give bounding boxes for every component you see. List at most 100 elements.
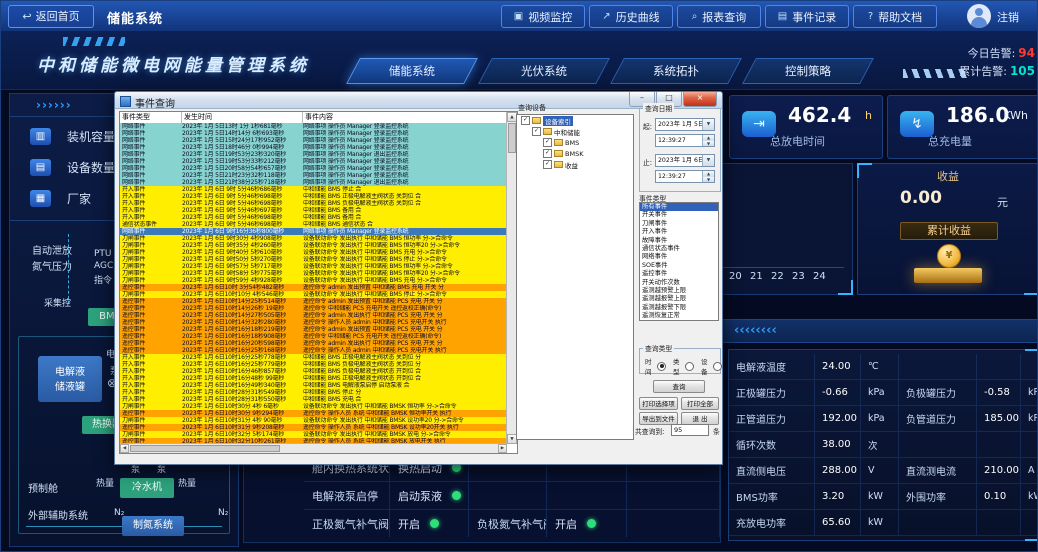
event-row[interactable]: 刀闸事件2023年 1月 6日 9时35分 4秒260毫秒设备联动命令 发出执行… <box>120 242 507 249</box>
spinner-icon[interactable]: ▲▼ <box>702 135 714 146</box>
event-row[interactable]: 刀闸事件2023年 1月 6日10时30分 4秒 6毫秒设备联动命令 发出执行 … <box>120 403 507 410</box>
event-row[interactable]: 开入事件2023年 1月 6日10时16分25秒778毫秒中和储能 BMS 正极… <box>120 354 507 361</box>
tree-item-BMS[interactable]: ✓BMS <box>517 137 633 148</box>
time-from-spinner[interactable]: 12:39:27 ▲▼ <box>655 134 715 147</box>
event-row[interactable]: 网络事件2023年 1月 5日13时 1分 1秒681毫秒网络事项 操作员 Ma… <box>120 123 507 130</box>
event-row[interactable]: 网络事件2023年 1月 5日15时24分17秒952毫秒网络事项 操作员 Ma… <box>120 137 507 144</box>
event-row[interactable]: 遥控事件2023年 1月 6日10时16分25秒168毫秒遥控命令 操作人员 a… <box>120 347 507 354</box>
tab-系统拓扑[interactable]: 系统拓扑 <box>617 58 735 84</box>
event-row[interactable]: 网络事件2023年 1月 5日14时14分 6秒693毫秒网络事项 操作员 Ma… <box>120 130 507 137</box>
dropdown-arrow-icon[interactable]: ▼ <box>702 155 714 166</box>
tab-储能系统[interactable]: 储能系统 <box>353 58 471 84</box>
event-row[interactable]: 开入事件2023年 1月 6日 9时 5分46秒686毫秒中和储能 BMS 停止… <box>120 186 507 193</box>
scroll-left-icon[interactable]: ◀ <box>120 444 129 453</box>
event-row[interactable]: 遥控事件2023年 1月 6日10时16分20秒598毫秒遥控命令 admin … <box>120 340 507 347</box>
checkbox-icon[interactable]: ✓ <box>543 149 552 158</box>
event-row[interactable]: 通信状态事件2023年 1月 6日 9时 5分46秒698毫秒中和储能 BMS … <box>120 221 507 228</box>
event-row[interactable]: 网络事件2023年 1月 5日19时53分33秒212毫秒网络事项 操作员 Ma… <box>120 158 507 165</box>
event-row[interactable]: 开入事件2023年 1月 6日 9时 5分46秒698毫秒中和储能 BMS 负极… <box>120 200 507 207</box>
radio-icon[interactable] <box>685 362 694 371</box>
event-type-option[interactable]: 遥测恢复正常 <box>640 312 718 320</box>
event-row[interactable]: 刀闸事件2023年 1月 6日10时31分 4秒 90毫秒设备联动命令 发出执行… <box>120 417 507 424</box>
tree-item-BMSK[interactable]: ✓BMSK <box>517 148 633 159</box>
event-row[interactable]: 开入事件2023年 1月 6日 9时 5分46秒697毫秒中和储能 BMS 备用… <box>120 207 507 214</box>
event-type-option[interactable]: 遥控事件 <box>640 270 718 278</box>
spinner-icon[interactable]: ▲▼ <box>702 171 714 182</box>
event-row[interactable]: 遥控事件2023年 1月 6日10时14分32秒280毫秒遥控命令 操作人员 a… <box>120 319 507 326</box>
topbar-button-help-doc[interactable]: ?帮助文档 <box>853 5 937 28</box>
event-type-option[interactable]: 故障事件 <box>640 237 718 245</box>
event-row[interactable]: 开入事件2023年 1月 6日10时16分49秒340毫秒中和储能 BMS 电解… <box>120 382 507 389</box>
event-row[interactable]: 刀闸事件2023年 1月 6日 9时57分 5秒717毫秒设备联动命令 发出执行… <box>120 263 507 270</box>
logout-button[interactable]: 注销 <box>997 9 1019 25</box>
event-row[interactable]: 遥控事件2023年 1月 6日10时 3分54秒482毫秒遥控命令 admin … <box>120 284 507 291</box>
event-row[interactable]: 遥控事件2023年 1月 6日10时31分 9秒208毫秒遥控命令 操作人员 系… <box>120 424 507 431</box>
back-home-button[interactable]: ↩返回首页 <box>8 5 94 28</box>
event-row[interactable]: 网络事件2023年 1月 6日 9时16分36秒800毫秒网络事项 操作员 Ma… <box>120 228 507 235</box>
event-row[interactable]: 遥控事件2023年 1月 6日10时16分18秒219毫秒遥控命令 admin … <box>120 326 507 333</box>
radio-icon[interactable] <box>657 362 666 371</box>
event-row[interactable]: 开入事件2023年 1月 6日 9时 5分46秒698毫秒中和储能 BMS 备用… <box>120 214 507 221</box>
event-row[interactable]: 刀闸事件2023年 1月 6日10时32分 5秒174毫秒设备联动命令 发出执行… <box>120 431 507 438</box>
vscroll-thumb[interactable] <box>508 123 516 153</box>
event-type-option[interactable]: 开关动作次数 <box>640 279 718 287</box>
event-row[interactable]: 遥控事件2023年 1月 6日10时16分18秒908毫秒遥控命令 中和储能 P… <box>120 333 507 340</box>
event-row[interactable]: 网络事件2023年 1月 5日21时23分32秒118毫秒网络事项 操作员 Ma… <box>120 172 507 179</box>
event-row[interactable]: 刀闸事件2023年 1月 6日 9时58分 5秒775毫秒设备联动命令 发出执行… <box>120 270 507 277</box>
query-button[interactable]: 查询 <box>653 380 705 393</box>
tree-item-收益[interactable]: ✓收益 <box>517 159 633 170</box>
checkbox-icon[interactable]: ✓ <box>543 160 552 169</box>
event-type-option[interactable]: 网络事件 <box>640 253 718 261</box>
topbar-button-history-curve[interactable]: ↗历史曲线 <box>589 5 673 28</box>
event-row[interactable]: 开入事件2023年 1月 6日10时16分25秒779毫秒中和储能 BMS 负极… <box>120 361 507 368</box>
col-event-content[interactable]: 事件内容 <box>303 112 507 123</box>
close-button[interactable]: × <box>683 92 717 107</box>
query-type-option-类型[interactable]: 类型 <box>673 356 694 376</box>
checkbox-icon[interactable]: ✓ <box>543 138 552 147</box>
scroll-right-icon[interactable]: ▶ <box>498 444 507 453</box>
event-row[interactable]: 网络事件2023年 1月 5日20时58分54秒657毫秒网络事项 操作员 Ma… <box>120 165 507 172</box>
dropdown-arrow-icon[interactable]: ▼ <box>702 119 714 130</box>
query-type-option-时间[interactable]: 时间 <box>645 356 666 376</box>
event-row[interactable]: 刀闸事件2023年 1月 6日 9时50分 5秒270毫秒设备联动命令 发出执行… <box>120 256 507 263</box>
event-row[interactable]: 网络事件2023年 1月 5日18时46分 0秒994毫秒网络事项 操作员 Ma… <box>120 144 507 151</box>
event-type-option[interactable]: 开关事件 <box>640 211 718 219</box>
event-row[interactable]: 开入事件2023年 1月 6日10时28分31秒549毫秒中和储能 BMS 停止… <box>120 389 507 396</box>
cumulative-income-button[interactable]: 累计收益 <box>900 222 998 240</box>
event-row[interactable]: 刀闸事件2023年 1月 6日10时10分 4秒546毫秒设备联动命令 发出执行… <box>120 291 507 298</box>
event-row[interactable]: 开入事件2023年 1月 6日10时28分31秒550毫秒中和储能 BMS 充电… <box>120 396 507 403</box>
time-to-spinner[interactable]: 12:39:27 ▲▼ <box>655 170 715 183</box>
event-type-option[interactable]: 遥测越报警上限 <box>640 295 718 303</box>
event-type-option[interactable]: 开入事件 <box>640 228 718 236</box>
tree-item-设备索引[interactable]: ✓设备索引 <box>517 115 633 126</box>
user-avatar[interactable] <box>967 4 991 28</box>
tab-光伏系统[interactable]: 光伏系统 <box>485 58 603 84</box>
topbar-button-report-query[interactable]: ⌕报表查询 <box>677 5 761 28</box>
event-row[interactable]: 刀闸事件2023年 1月 6日 9时59分 4秒928毫秒设备联动命令 发出执行… <box>120 277 507 284</box>
result-count-input[interactable]: 95 <box>671 424 709 436</box>
horizontal-scrollbar[interactable]: ◀ ▶ <box>120 443 507 453</box>
dialog-title-bar[interactable]: 事件查询 – □ × <box>115 92 722 109</box>
event-row[interactable]: 刀闸事件2023年 1月 6日 9时30分 4秒908毫秒设备联动命令 发出执行… <box>120 235 507 242</box>
event-row[interactable]: 遥控事件2023年 1月 6日10时14分27秒505毫秒遥控命令 admin … <box>120 312 507 319</box>
checkbox-icon[interactable]: ✓ <box>521 116 530 125</box>
radio-icon[interactable] <box>713 362 722 371</box>
print-all-button[interactable]: 打印全部 <box>681 397 719 410</box>
col-event-type[interactable]: 事件类型 <box>120 112 182 123</box>
col-event-time[interactable]: 发生时间 <box>182 112 303 123</box>
topbar-button-video-monitor[interactable]: ▣视频监控 <box>501 5 585 28</box>
event-type-option[interactable]: 刀闸事件 <box>640 220 718 228</box>
event-row[interactable]: 开入事件2023年 1月 6日10时16分48秒 99毫秒中和储能 BMS 正极… <box>120 375 507 382</box>
event-row[interactable]: 开入事件2023年 1月 6日 9时 5分46秒698毫秒中和储能 BMS 正极… <box>120 193 507 200</box>
query-type-option-设备[interactable]: 设备 <box>701 356 722 376</box>
event-row[interactable]: 遥控事件2023年 1月 6日10时14分26秒 19毫秒遥控命令 中和储能 P… <box>120 305 507 312</box>
event-row[interactable]: 刀闸事件2023年 1月 6日 9时40分 5秒610毫秒设备联动命令 发出执行… <box>120 249 507 256</box>
event-type-option[interactable]: 遥测越报警下限 <box>640 304 718 312</box>
event-row[interactable]: 遥控事件2023年 1月 6日10时14分25秒514毫秒遥控命令 admin … <box>120 298 507 305</box>
event-row[interactable]: 遥控事件2023年 1月 6日10时30分 9秒294毫秒遥控命令 操作人员 系… <box>120 410 507 417</box>
hscroll-thumb[interactable] <box>130 445 280 452</box>
event-row[interactable]: 网络事件2023年 1月 5日21时38分25秒718毫秒网络事项 操作员 Ma… <box>120 179 507 186</box>
event-type-option[interactable]: SOE事件 <box>640 262 718 270</box>
print-selected-button[interactable]: 打印选择项 <box>639 397 678 410</box>
checkbox-icon[interactable]: ✓ <box>532 127 541 136</box>
